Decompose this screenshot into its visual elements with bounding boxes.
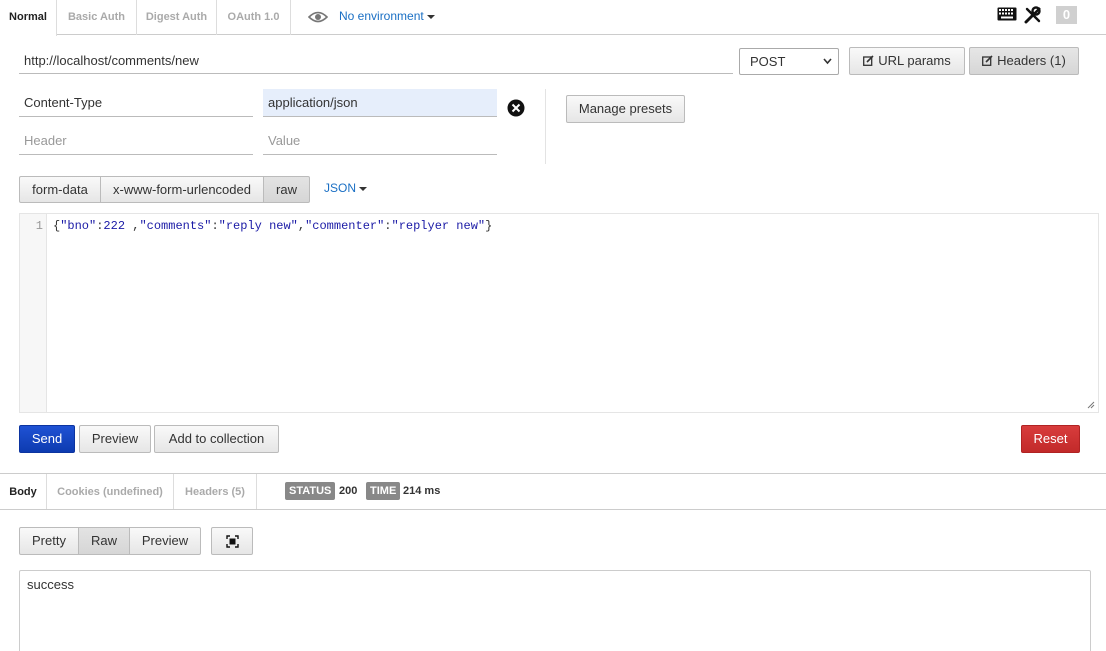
view-preview[interactable]: Preview	[129, 527, 201, 555]
status-code: 200	[339, 485, 358, 497]
method-select[interactable]: POST	[739, 48, 839, 75]
code-token: "comments"	[139, 219, 212, 233]
code-token: "replyer new"	[391, 219, 486, 233]
code-token: :	[384, 219, 392, 233]
view-pretty[interactable]: Pretty	[19, 527, 79, 555]
divider	[545, 89, 546, 164]
fullscreen-icon	[226, 535, 239, 548]
keyboard-icon[interactable]	[997, 7, 1017, 21]
chevron-down-icon	[823, 58, 832, 65]
request-body-editor[interactable]: 1 {"bno":222 ,"comments":"reply new","co…	[19, 213, 1099, 413]
header-value-field[interactable]	[263, 89, 497, 117]
eye-icon	[308, 11, 328, 23]
add-to-collection-button[interactable]: Add to collection	[154, 425, 279, 453]
code-token: ,	[297, 219, 306, 233]
code-token: "commenter"	[305, 219, 385, 233]
body-type-raw[interactable]: raw	[263, 176, 310, 203]
reset-button[interactable]: Reset	[1021, 425, 1080, 453]
manage-presets-button[interactable]: Manage presets	[566, 95, 685, 123]
edit-icon	[863, 55, 874, 66]
code-token: "bno"	[60, 219, 97, 233]
tab-body[interactable]: Body	[0, 474, 47, 509]
url-input[interactable]	[19, 47, 733, 74]
tab-digest-auth[interactable]: Digest Auth	[137, 0, 217, 35]
code-token: 222	[103, 219, 126, 233]
tab-normal[interactable]: Normal	[0, 0, 57, 36]
code-token: ,	[125, 219, 140, 233]
remove-header-icon[interactable]	[507, 99, 525, 117]
response-tab-bar: Body Cookies (undefined) Headers (5)	[0, 473, 1106, 510]
tab-cookies[interactable]: Cookies (undefined)	[47, 474, 174, 509]
headers-button[interactable]: Headers (1)	[969, 47, 1079, 75]
body-type-urlencoded[interactable]: x-www-form-urlencoded	[100, 176, 264, 203]
tools-icon[interactable]	[1024, 6, 1042, 24]
editor-gutter: 1	[20, 214, 47, 412]
tab-response-headers[interactable]: Headers (5)	[174, 474, 257, 509]
body-type-form-data[interactable]: form-data	[19, 176, 101, 203]
url-params-button[interactable]: URL params	[849, 47, 965, 75]
fullscreen-button[interactable]	[211, 527, 253, 555]
code-token: "reply new"	[218, 219, 298, 233]
new-header-value-field[interactable]	[263, 127, 497, 155]
counter-badge[interactable]: 0	[1056, 6, 1077, 24]
code-token: :	[211, 219, 219, 233]
environment-label: No environment	[339, 0, 435, 33]
method-value: POST	[750, 54, 786, 69]
line-number: 1	[35, 219, 43, 233]
new-header-key-field[interactable]	[19, 127, 253, 155]
header-key-field[interactable]	[19, 89, 253, 117]
edit-icon	[982, 55, 993, 66]
preview-button[interactable]: Preview	[79, 425, 151, 453]
resize-handle-icon[interactable]	[1087, 401, 1095, 409]
chevron-down-icon	[426, 14, 435, 19]
status-badge: STATUS	[285, 482, 336, 500]
auth-tab-bar: Normal Basic Auth Digest Auth OAuth 1.0 …	[0, 0, 1106, 36]
response-body: success	[19, 570, 1091, 651]
time-badge: TIME	[366, 482, 401, 500]
code-token: }	[485, 219, 493, 233]
tab-oauth[interactable]: OAuth 1.0	[217, 0, 291, 35]
raw-format-dropdown[interactable]: JSON	[324, 181, 368, 195]
send-button[interactable]: Send	[19, 425, 75, 453]
chevron-down-icon	[359, 186, 368, 191]
tab-basic-auth[interactable]: Basic Auth	[57, 0, 137, 35]
code-line: {"bno":222 ,"comments":"reply new","comm…	[53, 219, 492, 233]
response-time: 214 ms	[403, 485, 441, 497]
view-raw[interactable]: Raw	[78, 527, 130, 555]
